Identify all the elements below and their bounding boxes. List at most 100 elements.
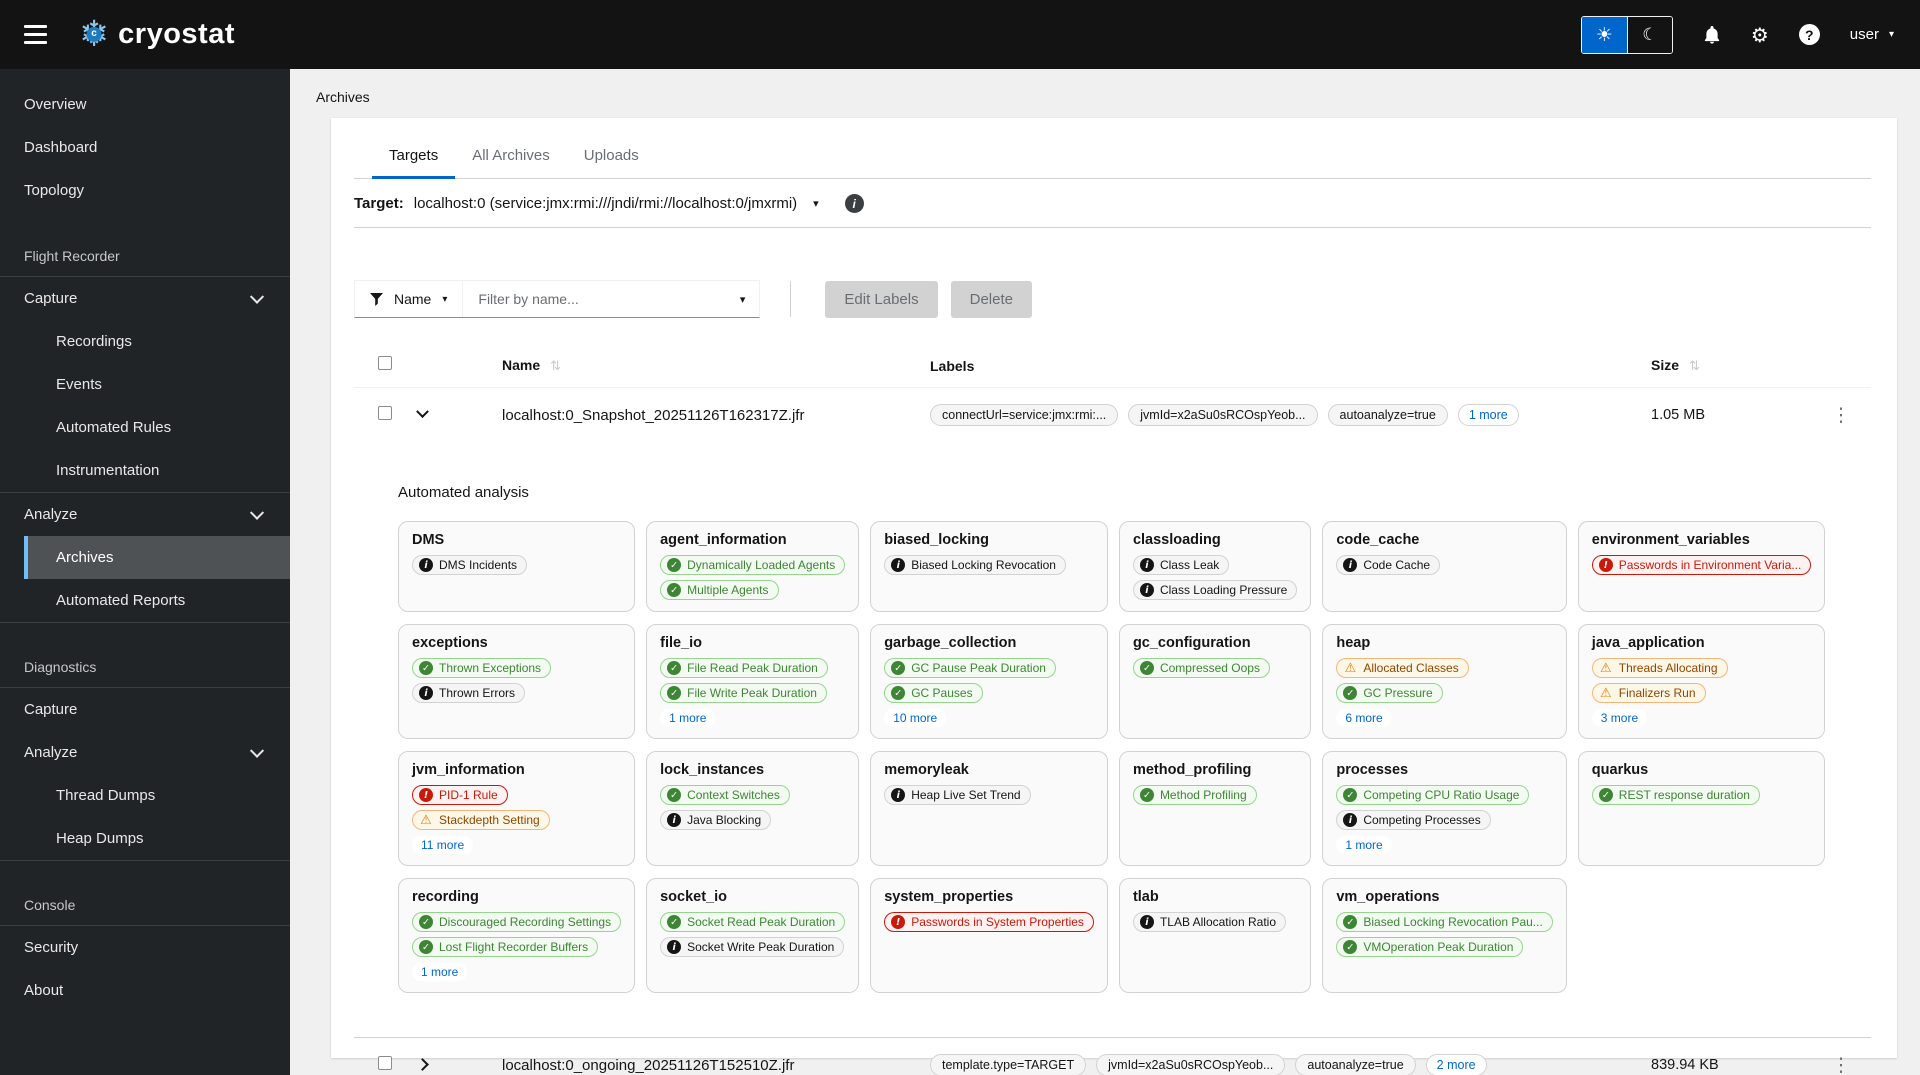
tab-all-archives[interactable]: All Archives <box>455 134 567 178</box>
more-results-link[interactable]: 3 more <box>1591 709 1648 727</box>
brand[interactable]: ❄c cryostat <box>79 16 235 53</box>
chip-label: Allocated Classes <box>1363 661 1459 675</box>
row-checkbox[interactable] <box>378 1055 392 1070</box>
table-header-row: Name ⇅ Labels Size ⇅ <box>354 346 1871 388</box>
sidebar-item-capture-diagnostics[interactable]: Capture <box>0 688 290 731</box>
chip-label: Biased Locking Revocation Pau... <box>1363 915 1543 929</box>
sidebar-item-topology[interactable]: Topology <box>0 169 290 212</box>
bell-icon[interactable] <box>1703 25 1721 45</box>
sidebar-item-thread-dumps[interactable]: Thread Dumps <box>0 774 290 817</box>
filter-attribute-select[interactable]: Name ▾ <box>355 281 464 317</box>
sidebar-item-heap-dumps[interactable]: Heap Dumps <box>0 817 290 860</box>
sidebar-item-about[interactable]: About <box>0 969 290 1012</box>
result-chip: REST response duration <box>1591 785 1760 805</box>
chip-label: Dynamically Loaded Agents <box>687 558 836 572</box>
more-labels-link[interactable]: 1 more <box>1457 404 1519 426</box>
sun-icon[interactable]: ☀ <box>1581 16 1627 53</box>
chip-label: Passwords in Environment Varia... <box>1618 558 1802 572</box>
filter-by-name-input[interactable] <box>463 291 760 307</box>
analysis-card-title: environment_variables <box>1591 532 1750 548</box>
chip-status-icon <box>667 915 682 929</box>
theme-toggle-group: ☀ ☾ <box>1580 15 1673 54</box>
result-chip: GC Pause Peak Duration <box>884 658 1056 678</box>
label-chip: jvmId=x2aSu0sRCOspYeob... <box>1096 1054 1286 1075</box>
sidebar-item-capture[interactable]: Capture <box>0 277 290 320</box>
sidebar-item-instrumentation[interactable]: Instrumentation <box>0 449 290 492</box>
result-chip: Context Switches <box>660 785 790 805</box>
moon-icon[interactable]: ☾ <box>1626 16 1672 53</box>
chip-label: VMOperation Peak Duration <box>1363 940 1514 954</box>
analysis-chip-list: Biased Locking Revocation <box>884 555 1094 575</box>
chip-label: Biased Locking Revocation <box>911 558 1056 572</box>
chip-label: Thrown Exceptions <box>439 661 542 675</box>
chip-status-icon <box>667 661 682 675</box>
chip-label: Socket Write Peak Duration <box>687 940 835 954</box>
analysis-chip-list: PID-1 Rule Stackdepth Setting <box>412 785 621 830</box>
sidebar-item-security[interactable]: Security <box>0 926 290 969</box>
chip-status-icon <box>419 686 433 700</box>
result-chip: Heap Live Set Trend <box>884 785 1031 805</box>
analysis-chip-list: Socket Read Peak Duration Socket Write P… <box>660 912 846 957</box>
sidebar-item-archives[interactable]: Archives <box>24 536 290 579</box>
table-row: localhost:0_Snapshot_20251126T162317Z.jf… <box>354 388 1871 442</box>
result-chip: File Read Peak Duration <box>660 658 828 678</box>
more-results-link[interactable]: 11 more <box>412 836 474 854</box>
sidebar-item-analyze-diagnostics[interactable]: Analyze <box>0 731 290 774</box>
tab-uploads[interactable]: Uploads <box>567 134 656 178</box>
more-results-link[interactable]: 1 more <box>412 963 468 981</box>
analysis-card: agent_information Dynamically Loaded Age… <box>646 521 860 612</box>
kebab-menu-icon[interactable]: ⋮ <box>1811 1054 1871 1075</box>
user-menu[interactable]: user ▾ <box>1850 26 1894 43</box>
result-chip: GC Pressure <box>1336 683 1443 703</box>
chip-status-icon <box>667 686 682 700</box>
chip-status-icon <box>419 558 433 572</box>
chevron-down-icon[interactable] <box>416 405 429 419</box>
chevron-down-icon[interactable]: ▾ <box>813 197 819 210</box>
row-checkbox[interactable] <box>378 405 392 420</box>
result-chip: Passwords in System Properties <box>884 912 1094 932</box>
chevron-right-icon[interactable] <box>416 1058 429 1071</box>
more-labels-link[interactable]: 2 more <box>1425 1054 1487 1075</box>
kebab-menu-icon[interactable]: ⋮ <box>1811 404 1871 426</box>
sort-icon[interactable]: ⇅ <box>550 359 561 374</box>
sidebar-item-overview[interactable]: Overview <box>0 83 290 126</box>
sidebar-item-analyze[interactable]: Analyze <box>0 493 290 536</box>
chip-status-icon <box>1343 915 1358 929</box>
toolbar: Name ▾ ▾ Edit Labels Delete <box>354 280 1871 318</box>
sort-icon[interactable]: ⇅ <box>1689 359 1700 374</box>
tab-targets[interactable]: Targets <box>372 134 456 179</box>
labels-cell: template.type=TARGET jvmId=x2aSu0sRCOspY… <box>930 1054 1651 1075</box>
analysis-card: DMS DMS Incidents <box>398 521 636 612</box>
target-select[interactable]: localhost:0 (service:jmx:rmi:///jndi/rmi… <box>414 195 797 212</box>
sidebar-item-dashboard[interactable]: Dashboard <box>0 126 290 169</box>
chevron-down-icon[interactable]: ▾ <box>740 293 746 306</box>
edit-labels-button[interactable]: Edit Labels <box>825 280 938 318</box>
analysis-card-title: agent_information <box>660 532 787 548</box>
result-chip: DMS Incidents <box>412 555 528 575</box>
hamburger-icon[interactable] <box>24 25 47 44</box>
tab-bar: Targets All Archives Uploads <box>354 118 1871 179</box>
more-results-link[interactable]: 1 more <box>1336 836 1392 854</box>
chip-status-icon <box>419 940 433 954</box>
analysis-card: socket_io Socket Read Peak Duration Sock… <box>646 878 860 993</box>
sidebar-item-automated-reports[interactable]: Automated Reports <box>0 579 290 622</box>
chip-label: REST response duration <box>1618 788 1750 802</box>
info-icon[interactable]: i <box>844 194 864 213</box>
more-results-link[interactable]: 10 more <box>884 709 947 727</box>
more-results-link[interactable]: 1 more <box>660 709 716 727</box>
chip-status-icon <box>1343 940 1358 954</box>
result-chip: Compressed Oops <box>1132 658 1270 678</box>
more-results-link[interactable]: 6 more <box>1336 709 1392 727</box>
sidebar-item-automated-rules[interactable]: Automated Rules <box>0 406 290 449</box>
label-chip: autoanalyze=true <box>1327 404 1448 426</box>
column-header-name: Name ⇅ <box>502 357 562 374</box>
chip-label: Java Blocking <box>687 813 762 827</box>
gear-icon[interactable]: ⚙ <box>1751 23 1769 47</box>
sidebar-item-recordings[interactable]: Recordings <box>0 320 290 363</box>
masthead: ❄c cryostat ☀ ☾ ⚙ ? user ▾ <box>0 0 1920 69</box>
select-all-checkbox[interactable] <box>378 356 392 370</box>
sidebar-item-events[interactable]: Events <box>0 363 290 406</box>
analysis-card-title: method_profiling <box>1132 762 1252 778</box>
delete-button[interactable]: Delete <box>950 280 1032 318</box>
question-circle-icon[interactable]: ? <box>1798 24 1820 45</box>
